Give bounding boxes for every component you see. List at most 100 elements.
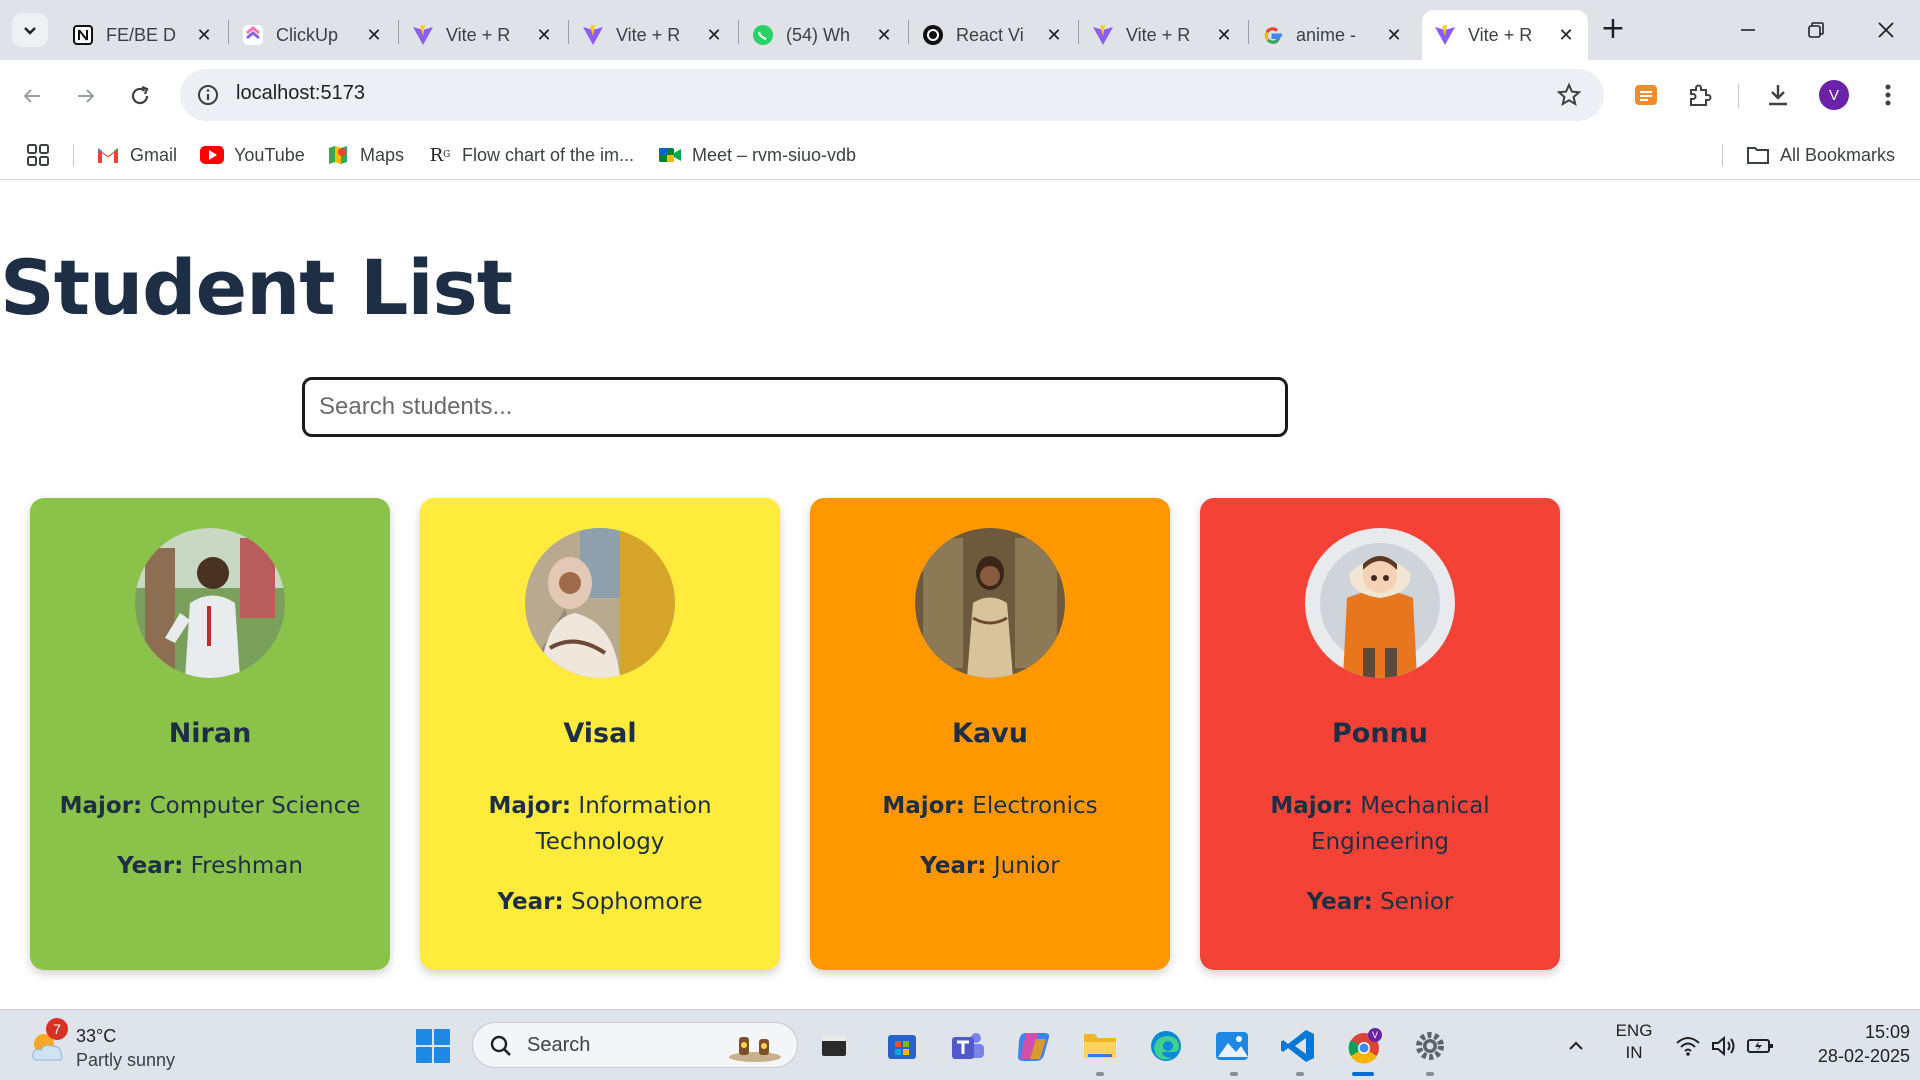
clock[interactable]: 15:09 28-02-2025 [1790, 1020, 1910, 1068]
page-content: Student List Niran Major: Computer Scien… [0, 181, 1920, 1009]
tab-separator [908, 20, 909, 44]
year-label: Year: [117, 853, 184, 879]
close-window-button[interactable] [1856, 8, 1916, 52]
major-label: Major: [59, 793, 143, 819]
teams-icon[interactable] [948, 1026, 988, 1066]
profile-avatar[interactable]: V [1819, 80, 1849, 110]
tab-active[interactable]: Vite + R ✕ [1422, 10, 1588, 60]
minimize-icon [1741, 29, 1755, 31]
close-icon[interactable]: ✕ [1384, 25, 1404, 46]
gmail-icon [96, 143, 120, 167]
bookmark-meet[interactable]: Meet – rvm-siuo-vdb [658, 140, 856, 170]
tab-separator [1248, 20, 1249, 44]
kebab-menu-icon[interactable] [1872, 79, 1904, 111]
bookmarks-divider [1722, 144, 1723, 166]
bookmark-maps[interactable]: Maps [326, 140, 404, 170]
close-icon[interactable]: ✕ [1214, 25, 1234, 46]
apps-grid-icon [27, 144, 49, 166]
tab-4[interactable]: Vite + R ✕ [570, 10, 736, 60]
address-bar[interactable]: localhost:5173 [180, 69, 1604, 121]
running-indicator [1230, 1072, 1238, 1076]
tab-title: FE/BE D [106, 24, 177, 45]
volume-icon[interactable] [1704, 1026, 1744, 1066]
extension-reader-icon[interactable] [1630, 79, 1662, 111]
student-name: Niran [168, 718, 252, 749]
minimize-button[interactable] [1718, 8, 1778, 52]
windows-taskbar: 7 33°C Partly sunny Search V ENG IN 15:0… [0, 1009, 1920, 1080]
apps-button[interactable] [26, 140, 50, 170]
edge-icon[interactable] [1146, 1026, 1186, 1066]
reload-button[interactable] [120, 76, 160, 116]
tab-8[interactable]: anime - ✕ [1250, 10, 1416, 60]
battery-icon[interactable] [1740, 1026, 1780, 1066]
copilot-icon[interactable] [1014, 1026, 1054, 1066]
close-icon[interactable]: ✕ [1044, 25, 1064, 46]
close-icon[interactable]: ✕ [874, 25, 894, 46]
file-explorer-icon[interactable] [1080, 1026, 1120, 1066]
running-indicator [1296, 1072, 1304, 1076]
folder-icon [1746, 143, 1770, 167]
active-indicator [1352, 1072, 1374, 1076]
download-icon[interactable] [1762, 79, 1794, 111]
student-major: Major: Information Technology [440, 788, 760, 860]
vscode-icon[interactable] [1278, 1026, 1318, 1066]
back-button[interactable] [12, 76, 52, 116]
notion-icon [72, 24, 94, 46]
info-icon[interactable] [196, 83, 220, 107]
settings-gear-icon[interactable] [1410, 1026, 1450, 1066]
bookmark-label: Maps [360, 144, 405, 165]
student-name: Visal [563, 718, 637, 749]
weather-badge: 7 [46, 1018, 68, 1040]
tab-7[interactable]: Vite + R ✕ [1080, 10, 1246, 60]
weather-temp: 33°C [76, 1026, 117, 1046]
tab-2[interactable]: ClickUp ✕ [230, 10, 396, 60]
wifi-icon[interactable] [1668, 1026, 1708, 1066]
arrow-right-icon [78, 89, 95, 103]
close-icon[interactable]: ✕ [534, 25, 554, 46]
year-value: Senior [1380, 889, 1454, 915]
student-card: Kavu Major: Electronics Year: Junior [810, 498, 1170, 970]
tray-chevron-up-icon[interactable] [1556, 1026, 1596, 1066]
search-highlight-icon [729, 1037, 781, 1062]
tab-3[interactable]: Vite + R ✕ [400, 10, 566, 60]
vite-icon [582, 24, 604, 46]
tab-5[interactable]: (54) Wh ✕ [740, 10, 906, 60]
microsoft-store-icon[interactable] [882, 1026, 922, 1066]
close-icon[interactable]: ✕ [704, 25, 724, 46]
language-indicator[interactable]: ENG IN [1614, 1020, 1654, 1064]
chrome-icon[interactable]: V [1344, 1026, 1384, 1066]
url-text[interactable]: localhost:5173 [236, 82, 365, 105]
bookmark-youtube[interactable]: YouTube [200, 140, 305, 170]
bookmark-flowchart[interactable]: RG Flow chart of the im... [428, 140, 634, 170]
year-value: Freshman [190, 853, 303, 879]
bookmark-label: Meet – rvm-siuo-vdb [692, 144, 857, 165]
tab-search-button[interactable] [12, 13, 48, 47]
weather-condition: Partly sunny [76, 1050, 176, 1070]
close-icon[interactable]: ✕ [364, 25, 384, 46]
chevron-down-icon [24, 27, 36, 35]
search-input[interactable] [302, 377, 1288, 437]
restore-button[interactable] [1786, 8, 1846, 52]
bookmark-gmail[interactable]: Gmail [96, 140, 177, 170]
taskbar-search[interactable]: Search [472, 1022, 798, 1068]
photos-icon[interactable] [1212, 1026, 1252, 1066]
arrow-left-icon [23, 89, 40, 103]
task-view-icon[interactable] [814, 1026, 854, 1066]
tab-6[interactable]: React Vi ✕ [910, 10, 1076, 60]
close-icon[interactable]: ✕ [1556, 25, 1576, 46]
new-tab-button[interactable]: + [1596, 14, 1630, 48]
start-button[interactable] [414, 1027, 452, 1065]
student-year: Year: Senior [1220, 884, 1540, 920]
bookmark-label: Gmail [130, 144, 178, 165]
student-major: Major: Electronics [830, 788, 1150, 824]
extensions-puzzle-icon[interactable] [1684, 79, 1716, 111]
close-icon[interactable]: ✕ [194, 25, 214, 46]
tab-title: (54) Wh [786, 24, 851, 45]
all-bookmarks-button[interactable]: All Bookmarks [1746, 140, 1895, 170]
student-major: Major: Mechanical Engineering [1220, 788, 1540, 860]
bookmark-star-icon[interactable] [1556, 82, 1582, 108]
forward-button[interactable] [66, 76, 106, 116]
tab-1[interactable]: FE/BE D ✕ [60, 10, 226, 60]
student-name: Kavu [952, 718, 1028, 749]
weather-widget[interactable]: 7 33°C Partly sunny [28, 1018, 208, 1072]
